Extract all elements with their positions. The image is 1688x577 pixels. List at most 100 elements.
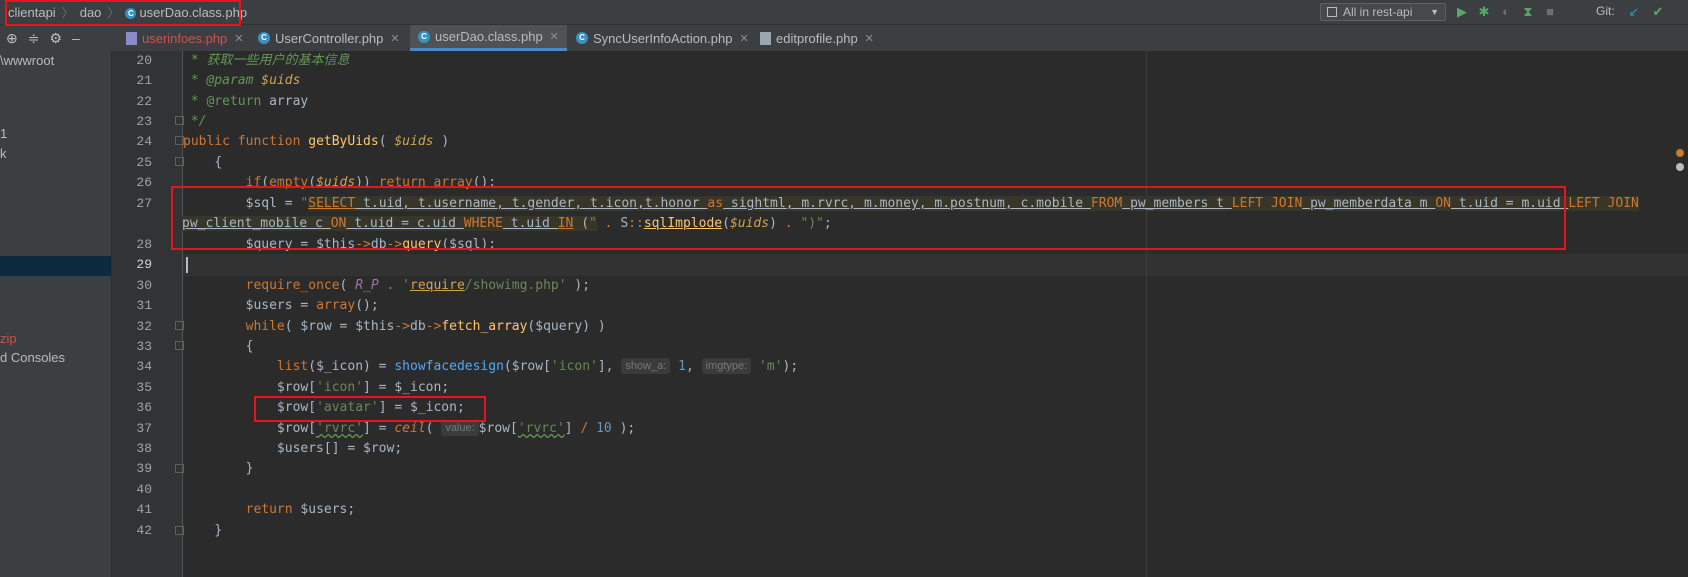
keyword-public: public <box>183 134 230 149</box>
docblock-star: * <box>183 73 207 88</box>
tab-label: UserController.php <box>275 30 384 46</box>
code-line-33: { <box>183 336 254 358</box>
minimize-icon[interactable]: – <box>72 30 80 46</box>
line-number: 41 <box>136 502 152 517</box>
const-rp: R_P <box>355 278 379 293</box>
docblock-tag: @return <box>206 94 262 109</box>
line-number: 37 <box>136 421 152 436</box>
close-icon[interactable]: ✕ <box>234 32 243 45</box>
project-tree-item[interactable]: 1 <box>0 126 7 141</box>
code-line-34: list($_icon) = showfacedesign($row['icon… <box>276 358 799 374</box>
chevron-down-icon: ▼ <box>1430 7 1439 17</box>
line-number: 27 <box>136 196 152 211</box>
docblock-tag: @param <box>206 73 254 88</box>
line-number: 30 <box>136 278 152 293</box>
code-line-32: while( $row = $this->db->fetch_array($qu… <box>245 319 606 334</box>
tab-usercontroller[interactable]: C UserController.php ✕ <box>250 25 408 51</box>
fn-require-once: require_once <box>245 278 340 293</box>
coverage-icon[interactable]: ◐ <box>1498 4 1514 20</box>
close-icon[interactable]: ✕ <box>865 32 874 45</box>
function-name: getByUids <box>308 134 379 149</box>
text-caret <box>186 257 188 273</box>
collapse-icon[interactable]: ≑ <box>28 30 40 47</box>
string-literal: 'm' <box>759 359 783 374</box>
project-tree-item-zip[interactable]: zip <box>0 331 17 346</box>
sql-left-join: LEFT JOIN <box>1568 196 1639 211</box>
navigation-bar: clientapi 〉 dao 〉 CuserDao.class.php All… <box>0 0 1688 25</box>
line-number: 38 <box>136 441 152 456</box>
line-number: 29 <box>136 257 152 272</box>
annotation-box-breadcrumb <box>5 0 241 26</box>
string-key-icon: 'icon' <box>316 380 364 395</box>
fn-fetch-array: fetch_array <box>441 319 528 334</box>
tab-editprofile[interactable]: editprofile.php ✕ <box>752 25 882 51</box>
var-users: $users <box>276 441 324 456</box>
tab-label: SyncUserInfoAction.php <box>593 30 733 46</box>
var-row: $row <box>478 421 510 436</box>
code-line-39: } <box>183 458 254 480</box>
line-number: 21 <box>136 73 152 88</box>
marker-icon[interactable] <box>1676 163 1684 171</box>
locate-icon[interactable]: ⊕ <box>6 30 18 47</box>
code-editor[interactable] <box>183 51 1688 577</box>
tab-userdao[interactable]: C userDao.class.php ✕ <box>410 25 567 51</box>
fn-showfacedesign: showfacedesign <box>394 359 504 374</box>
close-icon[interactable]: ✕ <box>739 32 748 45</box>
var-this: $this <box>355 319 395 334</box>
class-icon: C <box>576 32 588 44</box>
stop-icon[interactable]: ■ <box>1542 4 1558 20</box>
var-row: $row <box>363 441 395 456</box>
tab-userinfoes[interactable]: userinfoes.php ✕ <box>118 25 252 51</box>
project-panel: \wwwroot 1 k zip d Consoles <box>0 51 111 577</box>
project-panel-tools: ⊕ ≑ ⚙ – <box>0 25 112 51</box>
code-line-38: $users[] = $row; <box>276 441 403 456</box>
brace-close: } <box>245 461 254 476</box>
var-row: $row <box>511 359 544 374</box>
error-stripe[interactable] <box>1672 51 1688 577</box>
string-key-icon: 'icon' <box>550 359 598 374</box>
param-hint: imgtype: <box>701 358 752 374</box>
run-configuration-select[interactable]: All in rest-api ▼ <box>1320 3 1446 21</box>
scratches-consoles-item[interactable]: d Consoles <box>0 350 65 365</box>
fn-ceil: ceil <box>394 421 426 436</box>
code-line-30: require_once( R_P . 'require/showimg.php… <box>245 278 591 293</box>
keyword-while: while <box>245 319 285 334</box>
project-selected-row[interactable] <box>0 256 111 276</box>
debug-icon[interactable]: ✱ <box>1476 4 1492 20</box>
param-hint: value: <box>441 420 479 436</box>
param-uids: $uids <box>394 134 434 149</box>
line-number: 42 <box>136 523 152 538</box>
gear-icon[interactable]: ⚙ <box>49 30 62 47</box>
class-icon: C <box>258 32 270 44</box>
docblock-text: * 获取一些用户的基本信息 <box>183 53 350 68</box>
project-tree-item[interactable]: k <box>0 146 7 161</box>
tab-label: userDao.class.php <box>435 29 543 44</box>
annotation-box-avatar <box>254 396 486 422</box>
close-icon[interactable]: ✕ <box>550 30 559 43</box>
tab-label: editprofile.php <box>776 30 858 46</box>
var-users: $users <box>245 298 293 313</box>
code-line-20: * 获取一些用户的基本信息 <box>183 50 350 72</box>
run-config-label: All in rest-api <box>1343 5 1413 19</box>
project-root-path[interactable]: \wwwroot <box>0 53 54 68</box>
string-key-rvrc: 'rvrc' <box>316 421 364 436</box>
var-row: $row <box>276 421 309 436</box>
profile-icon[interactable]: ⧗ <box>1520 4 1536 20</box>
keyword-function: function <box>237 134 301 149</box>
line-number: 32 <box>136 319 152 334</box>
fn-array: array <box>316 298 356 313</box>
git-update-icon[interactable]: ↙ <box>1626 4 1642 20</box>
prop-db: db <box>410 319 426 334</box>
code-line-41: return $users; <box>245 502 356 517</box>
php-file-icon <box>126 31 137 45</box>
tab-syncuserinfoaction[interactable]: C SyncUserInfoAction.php ✕ <box>568 25 757 51</box>
close-icon[interactable]: ✕ <box>390 32 399 45</box>
brace-close: } <box>214 523 223 538</box>
git-label: Git: <box>1596 4 1615 18</box>
paren-close: ) <box>433 134 450 149</box>
run-icon[interactable]: ▶ <box>1454 4 1470 20</box>
line-number: 33 <box>136 339 152 354</box>
string-key-rvrc: 'rvrc' <box>517 421 565 436</box>
marker-icon[interactable] <box>1676 149 1684 157</box>
git-commit-icon[interactable]: ✔ <box>1650 4 1666 20</box>
